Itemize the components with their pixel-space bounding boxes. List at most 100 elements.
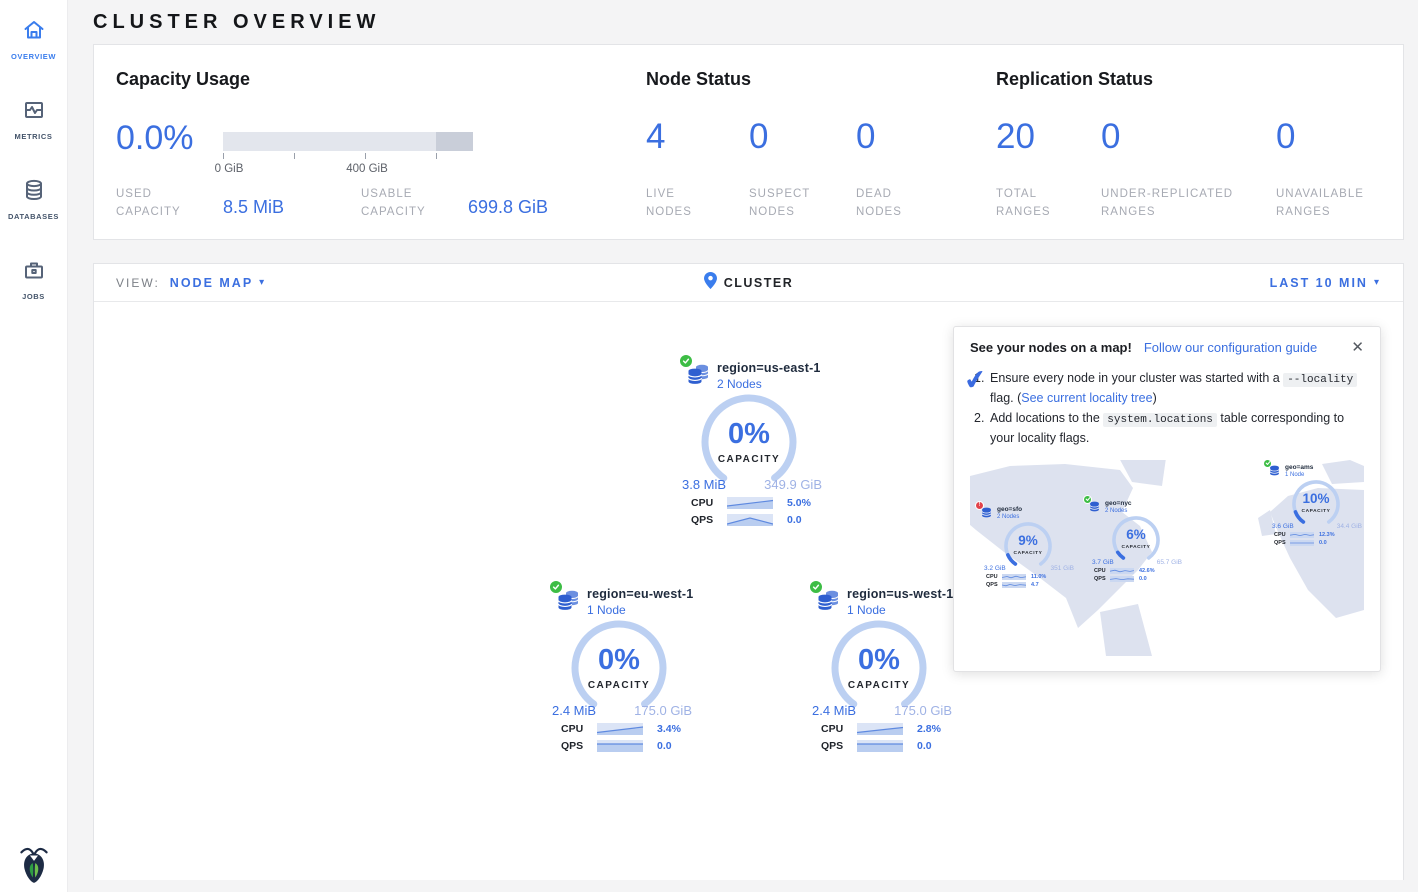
cluster-summary-panel: Capacity Usage 0.0% 0 GiB 400 GiB USED C… [93, 44, 1404, 240]
qps-value: 0.0 [917, 740, 932, 752]
sidebar-item-databases[interactable]: DATABASES [0, 160, 67, 240]
unavailable-ranges-value: 0 [1276, 117, 1295, 157]
capacity-label: CAPACITY [829, 680, 929, 691]
locality-nodes-link[interactable]: 1 Node [587, 603, 693, 617]
capacity-gauge: 9% CAPACITY [1002, 520, 1054, 572]
code-chip: system.locations [1103, 413, 1217, 427]
usable-capacity-value: 699.8 GiB [468, 197, 548, 218]
node-status-title: Node Status [646, 69, 751, 90]
locality-databases-icon [686, 361, 710, 385]
locality-group-us-east-1[interactable]: region=us-east-1 2 Nodes 0% CAPACITY 3.8… [664, 361, 834, 526]
cpu-label: CPU [691, 497, 727, 509]
cpu-value: 42.6% [1139, 568, 1155, 574]
step-text: flag. ( [990, 391, 1021, 405]
capacity-percent-value: 9% [1002, 533, 1054, 548]
status-healthy-icon [809, 580, 823, 594]
sidebar-item-overview[interactable]: OVERVIEW [0, 0, 67, 80]
dead-nodes-label: DEAD NODES [856, 186, 916, 222]
sidebar-item-metrics[interactable]: METRICS [0, 80, 67, 160]
step-text: Add locations to the [990, 411, 1103, 425]
cpu-sparkline [1290, 532, 1314, 538]
status-healthy-icon [549, 580, 563, 594]
under-replicated-ranges-label: UNDER-REPLICATED RANGES [1101, 186, 1266, 222]
qps-value: 0.0 [1139, 576, 1147, 582]
database-icon [22, 178, 46, 207]
qps-sparkline [727, 514, 773, 526]
sidebar-item-label: METRICS [15, 132, 53, 141]
capacity-total-value: 351 GiB [1051, 565, 1075, 572]
axis-tick [223, 153, 224, 159]
cpu-sparkline [857, 723, 903, 735]
cpu-value: 12.3% [1319, 532, 1335, 538]
locality-group-eu-west-1[interactable]: region=eu-west-1 1 Node 0% CAPACITY 2.4 … [534, 587, 704, 752]
capacity-gauge: 10% CAPACITY [1290, 478, 1342, 530]
example-locality-nyc: geo=nyc 2 Nodes 6% CAPACITY [1084, 500, 1188, 582]
configuration-guide-link[interactable]: Follow our configuration guide [1144, 340, 1317, 355]
qps-value: 0.0 [787, 514, 802, 526]
capacity-percent-value: 0% [569, 644, 669, 677]
locality-databases-icon [1268, 464, 1281, 477]
status-healthy-icon [1263, 460, 1272, 468]
qps-label: QPS [821, 740, 857, 752]
locality-region-label: geo=sfo [997, 506, 1022, 513]
under-replicated-ranges-value: 0 [1101, 117, 1120, 157]
axis-tick-label: 400 GiB [346, 163, 388, 175]
used-capacity-label: USED CAPACITY [116, 186, 196, 222]
time-range-value: LAST 10 MIN [1270, 276, 1368, 290]
capacity-percent: 0.0% [116, 119, 194, 158]
cpu-label: CPU [986, 574, 1002, 580]
view-bar: VIEW: NODE MAP ▾ CLUSTER [94, 264, 1403, 302]
chevron-down-icon: ▾ [259, 277, 266, 288]
qps-value: 4.7 [1031, 582, 1039, 588]
locality-nodes-link[interactable]: 2 Nodes [717, 377, 821, 391]
cpu-value: 5.0% [787, 497, 811, 509]
locality-group-us-west-1[interactable]: region=us-west-1 1 Node 0% CAPACITY 2.4 … [794, 587, 964, 752]
setup-step-1: ✔ 1. Ensure every node in your cluster w… [974, 369, 1364, 407]
view-selector[interactable]: NODE MAP ▾ [170, 276, 266, 290]
locality-region-label: region=us-west-1 [847, 587, 953, 601]
home-icon [22, 18, 46, 47]
capacity-label: CAPACITY [1290, 509, 1342, 514]
cpu-value: 11.0% [1031, 574, 1046, 580]
status-healthy-icon [1083, 495, 1092, 504]
page-title: CLUSTER OVERVIEW [93, 11, 380, 34]
time-range-selector[interactable]: LAST 10 MIN ▾ [1270, 276, 1381, 290]
status-warning-icon: ! [975, 501, 984, 510]
qps-value: 0.0 [1319, 540, 1327, 546]
view-label: VIEW: [116, 276, 160, 290]
capacity-total-value: 175.0 GiB [894, 703, 952, 718]
axis-tick [436, 153, 437, 159]
capacity-usage-title: Capacity Usage [116, 69, 250, 90]
qps-sparkline [1002, 582, 1026, 588]
axis-tick [294, 153, 295, 159]
capacity-label: CAPACITY [699, 454, 799, 465]
cockroachdb-logo [0, 844, 68, 884]
axis-tick [365, 153, 366, 159]
qps-sparkline [597, 740, 643, 752]
cpu-label: CPU [1094, 568, 1110, 574]
live-nodes-value: 4 [646, 117, 665, 157]
node-map-canvas[interactable]: region=us-east-1 2 Nodes 0% CAPACITY 3.8… [94, 302, 1403, 880]
used-capacity-value: 8.5 MiB [223, 197, 284, 218]
locality-region-label: region=eu-west-1 [587, 587, 693, 601]
locality-tree-link[interactable]: See current locality tree [1021, 391, 1152, 405]
cpu-label: CPU [1274, 532, 1290, 538]
capacity-label: CAPACITY [569, 680, 669, 691]
suspect-nodes-value: 0 [749, 117, 768, 157]
main-content: CLUSTER OVERVIEW Capacity Usage 0.0% 0 G… [68, 0, 1418, 892]
qps-label: QPS [986, 582, 1002, 588]
qps-sparkline [857, 740, 903, 752]
setup-step-2: 2. Add locations to the system.locations… [974, 409, 1364, 447]
total-ranges-value: 20 [996, 117, 1035, 157]
total-ranges-label: TOTAL RANGES [996, 186, 1066, 222]
breadcrumb: CLUSTER [724, 276, 794, 290]
locality-nodes-link[interactable]: 1 Node [847, 603, 953, 617]
sidebar-item-jobs[interactable]: JOBS [0, 240, 67, 320]
qps-label: QPS [561, 740, 597, 752]
node-map-setup-popup: See your nodes on a map! Follow our conf… [953, 326, 1381, 672]
step-marker: 2. [974, 409, 990, 447]
replication-status-title: Replication Status [996, 69, 1153, 90]
map-pin-icon [704, 272, 717, 294]
capacity-gauge: 6% CAPACITY [1110, 514, 1162, 566]
close-icon[interactable]: ✕ [1351, 340, 1364, 355]
